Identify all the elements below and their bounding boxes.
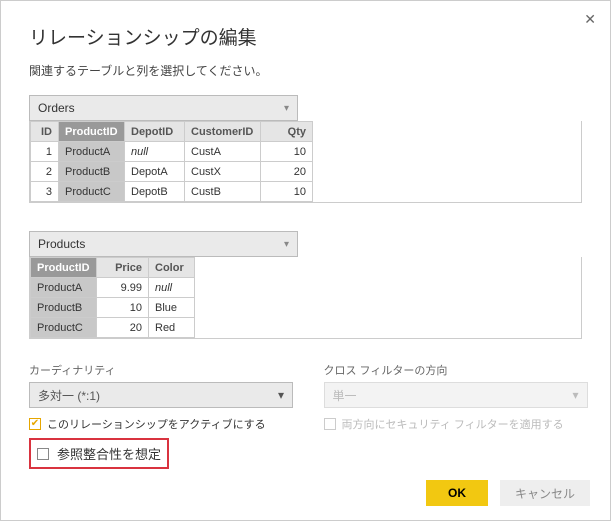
referential-checkbox[interactable] xyxy=(37,448,49,460)
chevron-down-icon: ▾ xyxy=(278,388,284,402)
table-cell[interactable]: ProductC xyxy=(59,182,125,202)
table1-preview[interactable]: IDProductIDDepotIDCustomerIDQty 1Product… xyxy=(30,121,313,202)
table-cell[interactable]: CustX xyxy=(185,162,261,182)
table-cell[interactable]: null xyxy=(149,278,195,298)
chevron-down-icon: ▾ xyxy=(572,388,578,402)
column-header[interactable]: ProductID xyxy=(59,122,125,142)
column-header[interactable]: CustomerID xyxy=(185,122,261,142)
table-cell[interactable]: 20 xyxy=(261,162,313,182)
table-cell[interactable]: 10 xyxy=(261,182,313,202)
column-header[interactable]: Qty xyxy=(261,122,313,142)
table-cell[interactable]: Red xyxy=(149,318,195,338)
table-cell[interactable]: ProductB xyxy=(31,298,97,318)
cancel-button[interactable]: キャンセル xyxy=(500,480,590,506)
column-header[interactable]: Color xyxy=(149,258,195,278)
table-cell[interactable]: DepotB xyxy=(125,182,185,202)
close-icon[interactable]: ✕ xyxy=(584,11,596,28)
table-cell[interactable]: 2 xyxy=(31,162,59,182)
table-row[interactable]: ProductA9.99null xyxy=(31,278,195,298)
chevron-down-icon: ▾ xyxy=(284,103,289,114)
table-row[interactable]: ProductB10Blue xyxy=(31,298,195,318)
table-cell[interactable]: CustA xyxy=(185,142,261,162)
cardinality-value: 多対一 (*:1) xyxy=(38,387,100,404)
cardinality-label: カーディナリティ xyxy=(29,362,288,378)
table-cell[interactable]: 10 xyxy=(261,142,313,162)
table-cell[interactable]: CustB xyxy=(185,182,261,202)
column-header[interactable]: DepotID xyxy=(125,122,185,142)
table1-select[interactable]: Orders ▾ xyxy=(29,95,298,121)
table-cell[interactable]: null xyxy=(125,142,185,162)
cardinality-select[interactable]: 多対一 (*:1) ▾ xyxy=(29,382,293,408)
table-cell[interactable]: DepotA xyxy=(125,162,185,182)
table-cell[interactable]: 3 xyxy=(31,182,59,202)
table1-select-value: Orders xyxy=(38,101,75,115)
table-row[interactable]: ProductC20Red xyxy=(31,318,195,338)
column-header[interactable]: Price xyxy=(97,258,149,278)
table-cell[interactable]: 20 xyxy=(97,318,149,338)
both-security-checkbox xyxy=(324,418,336,430)
table-cell[interactable]: 10 xyxy=(97,298,149,318)
table-row[interactable]: 1ProductAnullCustA10 xyxy=(31,142,313,162)
table2-preview[interactable]: ProductIDPriceColor ProductA9.99nullProd… xyxy=(30,257,195,338)
dialog-subtitle: 関連するテーブルと列を選択してください。 xyxy=(29,62,582,79)
table-cell[interactable]: 9.99 xyxy=(97,278,149,298)
table-cell[interactable]: ProductA xyxy=(59,142,125,162)
crossfilter-label: クロス フィルターの方向 xyxy=(324,362,583,378)
referential-checkbox-label: 参照整合性を想定 xyxy=(57,444,161,463)
referential-highlight: 参照整合性を想定 xyxy=(29,438,169,469)
table-row[interactable]: 3ProductCDepotBCustB10 xyxy=(31,182,313,202)
active-checkbox[interactable]: ✔ xyxy=(29,418,41,430)
column-header[interactable]: ID xyxy=(31,122,59,142)
table2-select-value: Products xyxy=(38,237,85,251)
both-security-label: 両方向にセキュリティ フィルターを適用する xyxy=(342,416,564,432)
column-header[interactable]: ProductID xyxy=(31,258,97,278)
dialog-title: リレーションシップの編集 xyxy=(29,23,582,50)
table2-select[interactable]: Products ▾ xyxy=(29,231,298,257)
table-cell[interactable]: ProductB xyxy=(59,162,125,182)
table-row[interactable]: 2ProductBDepotACustX20 xyxy=(31,162,313,182)
table-cell[interactable]: Blue xyxy=(149,298,195,318)
active-checkbox-label: このリレーションシップをアクティブにする xyxy=(47,416,266,432)
crossfilter-select[interactable]: 単一 ▾ xyxy=(324,382,588,408)
table-cell[interactable]: 1 xyxy=(31,142,59,162)
table-cell[interactable]: ProductC xyxy=(31,318,97,338)
table-cell[interactable]: ProductA xyxy=(31,278,97,298)
ok-button[interactable]: OK xyxy=(426,480,488,506)
crossfilter-value: 単一 xyxy=(333,387,357,404)
chevron-down-icon: ▾ xyxy=(284,239,289,250)
